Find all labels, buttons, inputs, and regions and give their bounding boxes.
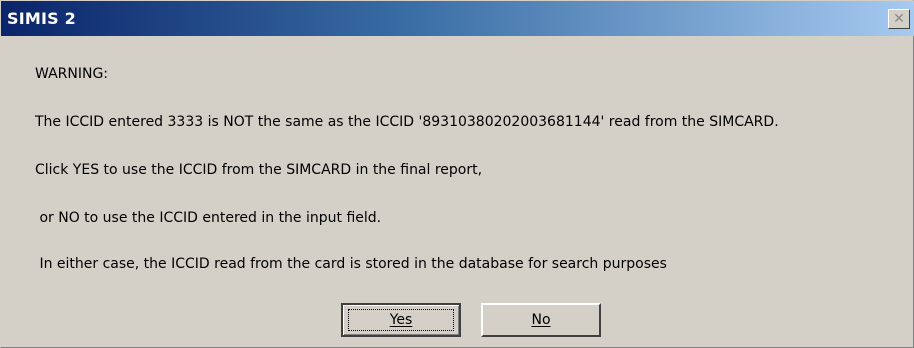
close-icon[interactable]: ✕ <box>888 9 910 29</box>
no-button-label: No <box>531 312 551 328</box>
title-bar[interactable]: SIMIS 2 ✕ <box>1 1 914 36</box>
warning-heading: WARNING: <box>35 66 109 82</box>
message-line-2: Click YES to use the ICCID from the SIMC… <box>35 162 483 178</box>
message-line-4: In either case, the ICCID read from the … <box>35 256 667 272</box>
message-line-3: or NO to use the ICCID entered in the in… <box>35 210 382 226</box>
dialog-window: SIMIS 2 ✕ WARNING: The ICCID entered 333… <box>0 0 914 348</box>
no-button[interactable]: No <box>481 303 601 337</box>
window-title: SIMIS 2 <box>7 9 76 28</box>
yes-button[interactable]: Yes <box>341 303 461 337</box>
yes-button-label: Yes <box>389 312 413 328</box>
message-line-1: The ICCID entered 3333 is NOT the same a… <box>35 114 779 130</box>
